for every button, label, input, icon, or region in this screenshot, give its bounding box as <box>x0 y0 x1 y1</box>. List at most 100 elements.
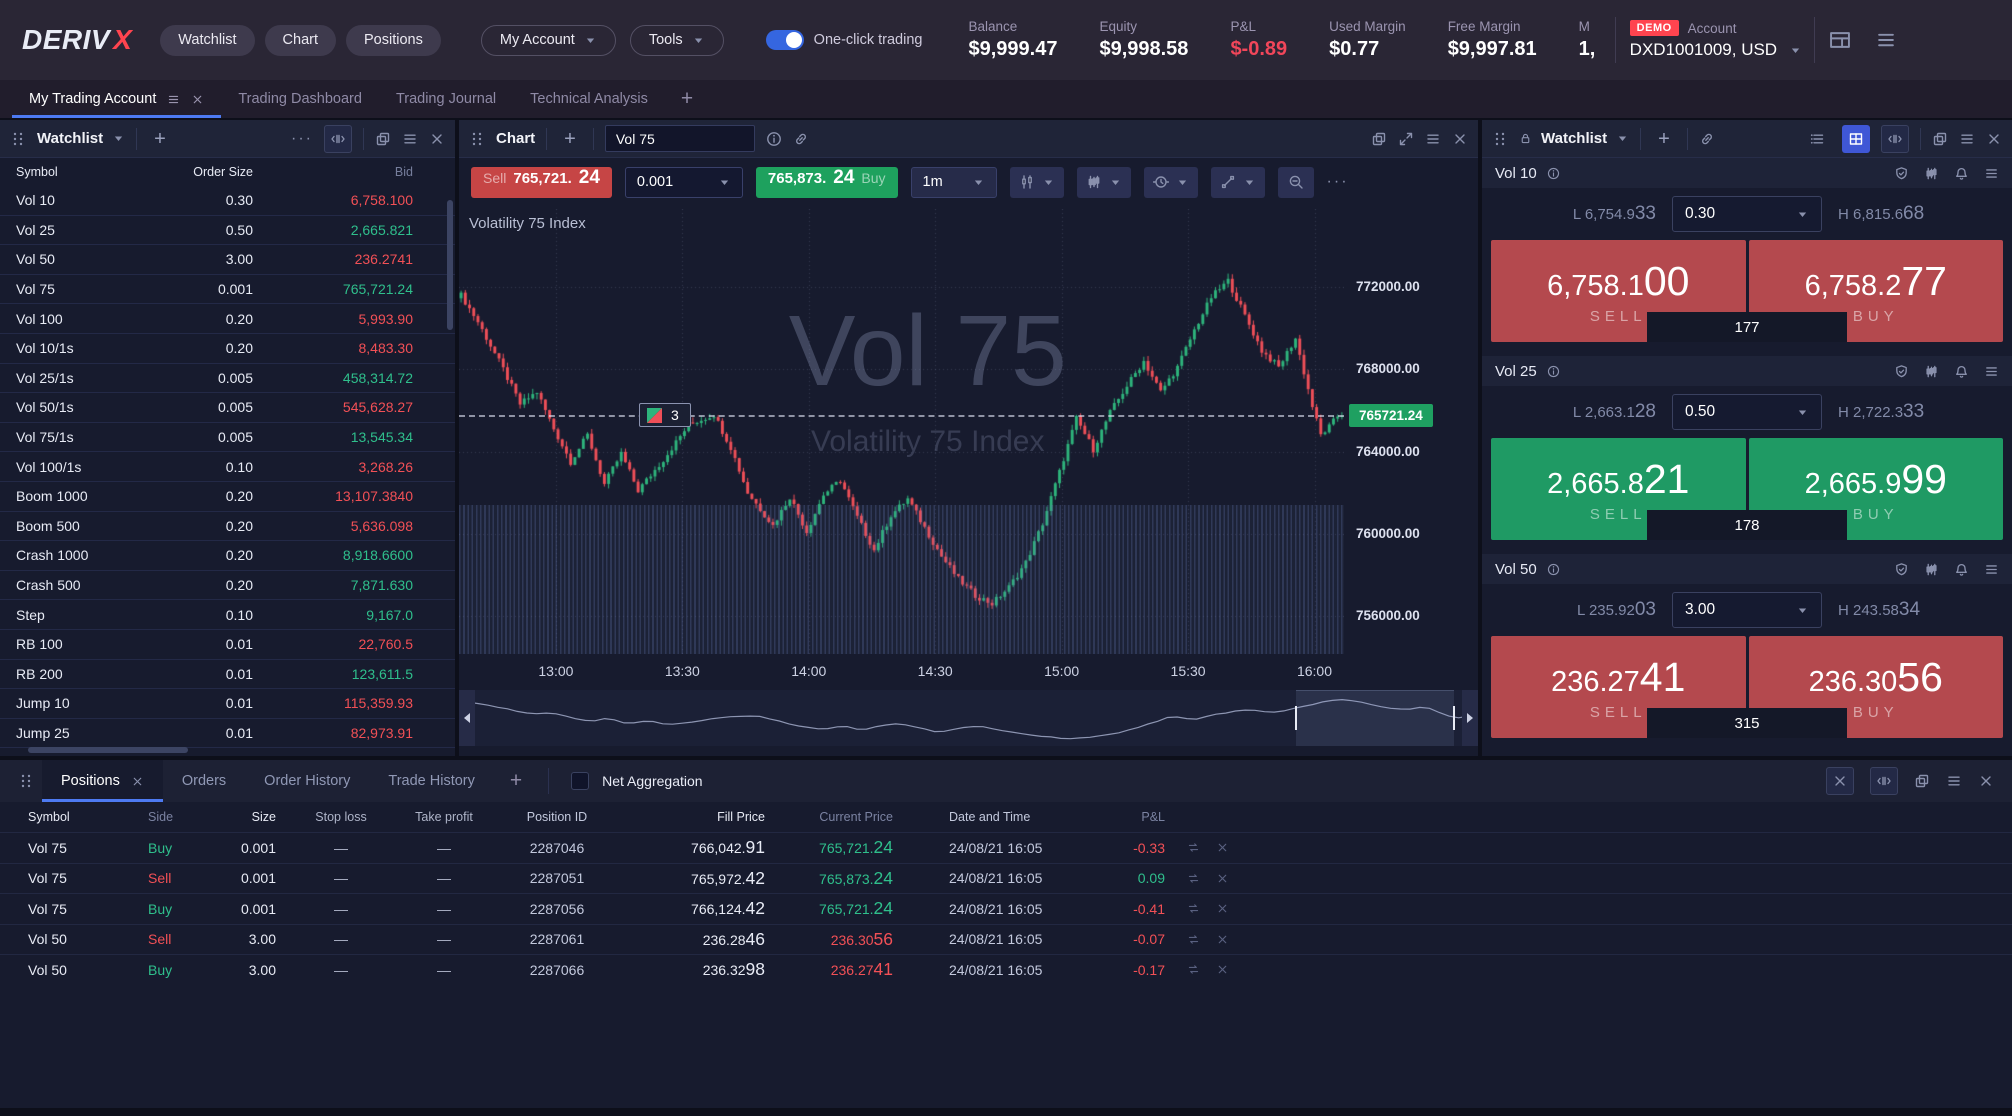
more-options-icon[interactable]: ··· <box>291 130 313 148</box>
column-header-bid[interactable]: Bid <box>253 165 413 179</box>
watchlist-row-vol-10[interactable]: Vol 100.306,758.100 <box>0 186 455 216</box>
watchlist-row-vol-100-1s[interactable]: Vol 100/1s0.103,268.26 <box>0 452 455 482</box>
card-menu-icon[interactable] <box>1984 364 1999 379</box>
nav-chart-button[interactable]: Chart <box>265 25 336 56</box>
column-header-symbol[interactable]: Symbol <box>0 810 130 824</box>
close-panel-icon[interactable] <box>1452 131 1468 147</box>
tab-close-icon[interactable] <box>191 93 204 106</box>
zoom-out-button[interactable] <box>1278 167 1314 198</box>
account-dropdown[interactable]: DXD1001009, USD <box>1630 40 1802 60</box>
position-row-2287066[interactable]: Vol 50Buy3.00——2287066236.3298236.274124… <box>0 954 2012 985</box>
column-header-take-profit[interactable]: Take profit <box>406 810 482 824</box>
open-chart-icon[interactable] <box>1924 562 1939 577</box>
tab-trading-journal[interactable]: Trading Journal <box>379 80 513 118</box>
duplicate-panel-icon[interactable] <box>1914 773 1930 789</box>
horizontal-scrollbar[interactable] <box>28 747 188 753</box>
time-axis[interactable]: 13:0013:3014:0014:3015:0015:3016:00 <box>459 654 1344 688</box>
info-icon[interactable] <box>1547 365 1560 378</box>
buy-button[interactable]: 765,873.24 Buy <box>756 167 898 198</box>
one-click-trading-toggle[interactable] <box>766 30 804 50</box>
my-account-dropdown[interactable]: My Account <box>481 25 616 56</box>
navigator-scroll-left[interactable] <box>459 690 475 746</box>
duplicate-panel-icon[interactable] <box>1371 131 1387 147</box>
panel-menu-icon[interactable] <box>402 131 418 147</box>
watchlist-row-jump-25[interactable]: Jump 250.0182,973.91 <box>0 719 455 749</box>
position-row-2287046[interactable]: Vol 75Buy0.001——2287046766,042.91765,721… <box>0 832 2012 863</box>
column-header-fill-price[interactable]: Fill Price <box>632 810 765 824</box>
position-row-2287056[interactable]: Vol 75Buy0.001——2287056766,124.42765,721… <box>0 893 2012 924</box>
sell-button[interactable]: Sell 765,721.24 <box>471 167 612 198</box>
price-axis[interactable]: 772000.00768000.00764000.00760000.007560… <box>1344 209 1478 654</box>
indicators-dropdown[interactable] <box>1077 167 1131 198</box>
panel-menu-icon[interactable] <box>1946 773 1962 789</box>
chart-navigator[interactable] <box>459 690 1478 746</box>
column-header-symbol[interactable]: Symbol <box>16 165 153 179</box>
watchlist-row-vol-50-1s[interactable]: Vol 50/1s0.005545,628.27 <box>0 393 455 423</box>
net-aggregation-checkbox[interactable] <box>571 772 589 790</box>
open-chart-icon[interactable] <box>1924 166 1939 181</box>
split-view-icon[interactable] <box>1881 125 1909 153</box>
drag-handle-icon[interactable] <box>10 760 42 802</box>
vertical-scrollbar[interactable] <box>447 200 453 330</box>
watchlist-row-rb-100[interactable]: RB 1000.0122,760.5 <box>0 630 455 660</box>
position-row-2287051[interactable]: Vol 75Sell0.001——2287051765,972.42765,87… <box>0 863 2012 894</box>
tab-trading-dashboard[interactable]: Trading Dashboard <box>221 80 379 118</box>
position-row-2287061[interactable]: Vol 50Sell3.00——2287061236.2846236.30562… <box>0 924 2012 955</box>
more-tools-icon[interactable]: ··· <box>1327 173 1349 191</box>
duplicate-panel-icon[interactable] <box>375 131 391 147</box>
link-icon[interactable] <box>1699 131 1715 147</box>
order-size-dropdown[interactable]: 0.001 <box>625 167 743 198</box>
alert-icon[interactable] <box>1954 166 1969 181</box>
drag-handle-icon[interactable] <box>1492 131 1508 147</box>
navigator-scroll-right[interactable] <box>1462 690 1478 746</box>
grid-view-icon[interactable] <box>1842 125 1870 153</box>
watchlist-title-dropdown[interactable]: Watchlist <box>37 130 125 147</box>
watchlist-row-crash-1000[interactable]: Crash 10000.208,918.6600 <box>0 541 455 571</box>
reverse-position-icon[interactable] <box>1187 902 1200 915</box>
risk-protection-icon[interactable] <box>1894 166 1909 181</box>
tab-order-history[interactable]: Order History <box>245 760 369 802</box>
watchlist-row-jump-10[interactable]: Jump 100.01115,359.93 <box>0 689 455 719</box>
alert-icon[interactable] <box>1954 364 1969 379</box>
column-header-position-id[interactable]: Position ID <box>482 810 632 824</box>
tools-dropdown[interactable]: Tools <box>630 25 724 56</box>
watchlist-row-rb-200[interactable]: RB 2000.01123,611.5 <box>0 660 455 690</box>
tab-close-icon[interactable] <box>131 775 144 788</box>
nav-positions-button[interactable]: Positions <box>346 25 441 56</box>
layout-icon[interactable] <box>1829 29 1851 51</box>
close-position-icon[interactable] <box>1216 963 1229 976</box>
duplicate-panel-icon[interactable] <box>1932 131 1948 147</box>
watchlist-row-vol-75-1s[interactable]: Vol 75/1s0.00513,545.34 <box>0 423 455 453</box>
column-header-p-l[interactable]: P&L <box>1060 810 1165 824</box>
watchlist-row-boom-1000[interactable]: Boom 10000.2013,107.3840 <box>0 482 455 512</box>
add-workspace-tab-button[interactable]: + <box>665 80 709 118</box>
column-header-date-and-time[interactable]: Date and Time <box>893 810 1060 824</box>
add-symbol-button[interactable]: + <box>1652 129 1676 149</box>
watchlist-title-dropdown[interactable]: Watchlist <box>1519 130 1629 147</box>
reverse-position-icon[interactable] <box>1187 933 1200 946</box>
info-icon[interactable] <box>1547 167 1560 180</box>
close-panel-icon[interactable] <box>1978 773 1994 789</box>
tab-orders[interactable]: Orders <box>163 760 245 802</box>
card-symbol[interactable]: Vol 25 <box>1495 363 1537 380</box>
expand-panel-icon[interactable] <box>1398 131 1414 147</box>
column-header-stop-loss[interactable]: Stop loss <box>276 810 406 824</box>
split-view-icon[interactable] <box>324 125 352 153</box>
card-symbol[interactable]: Vol 10 <box>1495 165 1537 182</box>
watchlist-row-vol-25[interactable]: Vol 250.502,665.821 <box>0 216 455 246</box>
close-position-icon[interactable] <box>1216 872 1229 885</box>
chart-type-dropdown[interactable] <box>1010 167 1064 198</box>
reverse-position-icon[interactable] <box>1187 872 1200 885</box>
navigator-selection[interactable] <box>1296 690 1454 746</box>
chart-plot-area[interactable]: Volatility 75 Index Vol 75 Volatility 75… <box>459 209 1478 654</box>
column-header-size[interactable]: Size <box>200 810 276 824</box>
tab-trade-history[interactable]: Trade History <box>369 760 493 802</box>
split-view-icon[interactable] <box>1870 767 1898 795</box>
tab-my-trading-account[interactable]: My Trading Account <box>12 80 221 118</box>
close-position-icon[interactable] <box>1216 933 1229 946</box>
card-order-size-dropdown[interactable]: 0.30 <box>1672 196 1822 232</box>
symbol-input[interactable] <box>605 125 755 152</box>
list-view-icon[interactable] <box>1803 125 1831 153</box>
card-order-size-dropdown[interactable]: 0.50 <box>1672 394 1822 430</box>
card-order-size-dropdown[interactable]: 3.00 <box>1672 592 1822 628</box>
